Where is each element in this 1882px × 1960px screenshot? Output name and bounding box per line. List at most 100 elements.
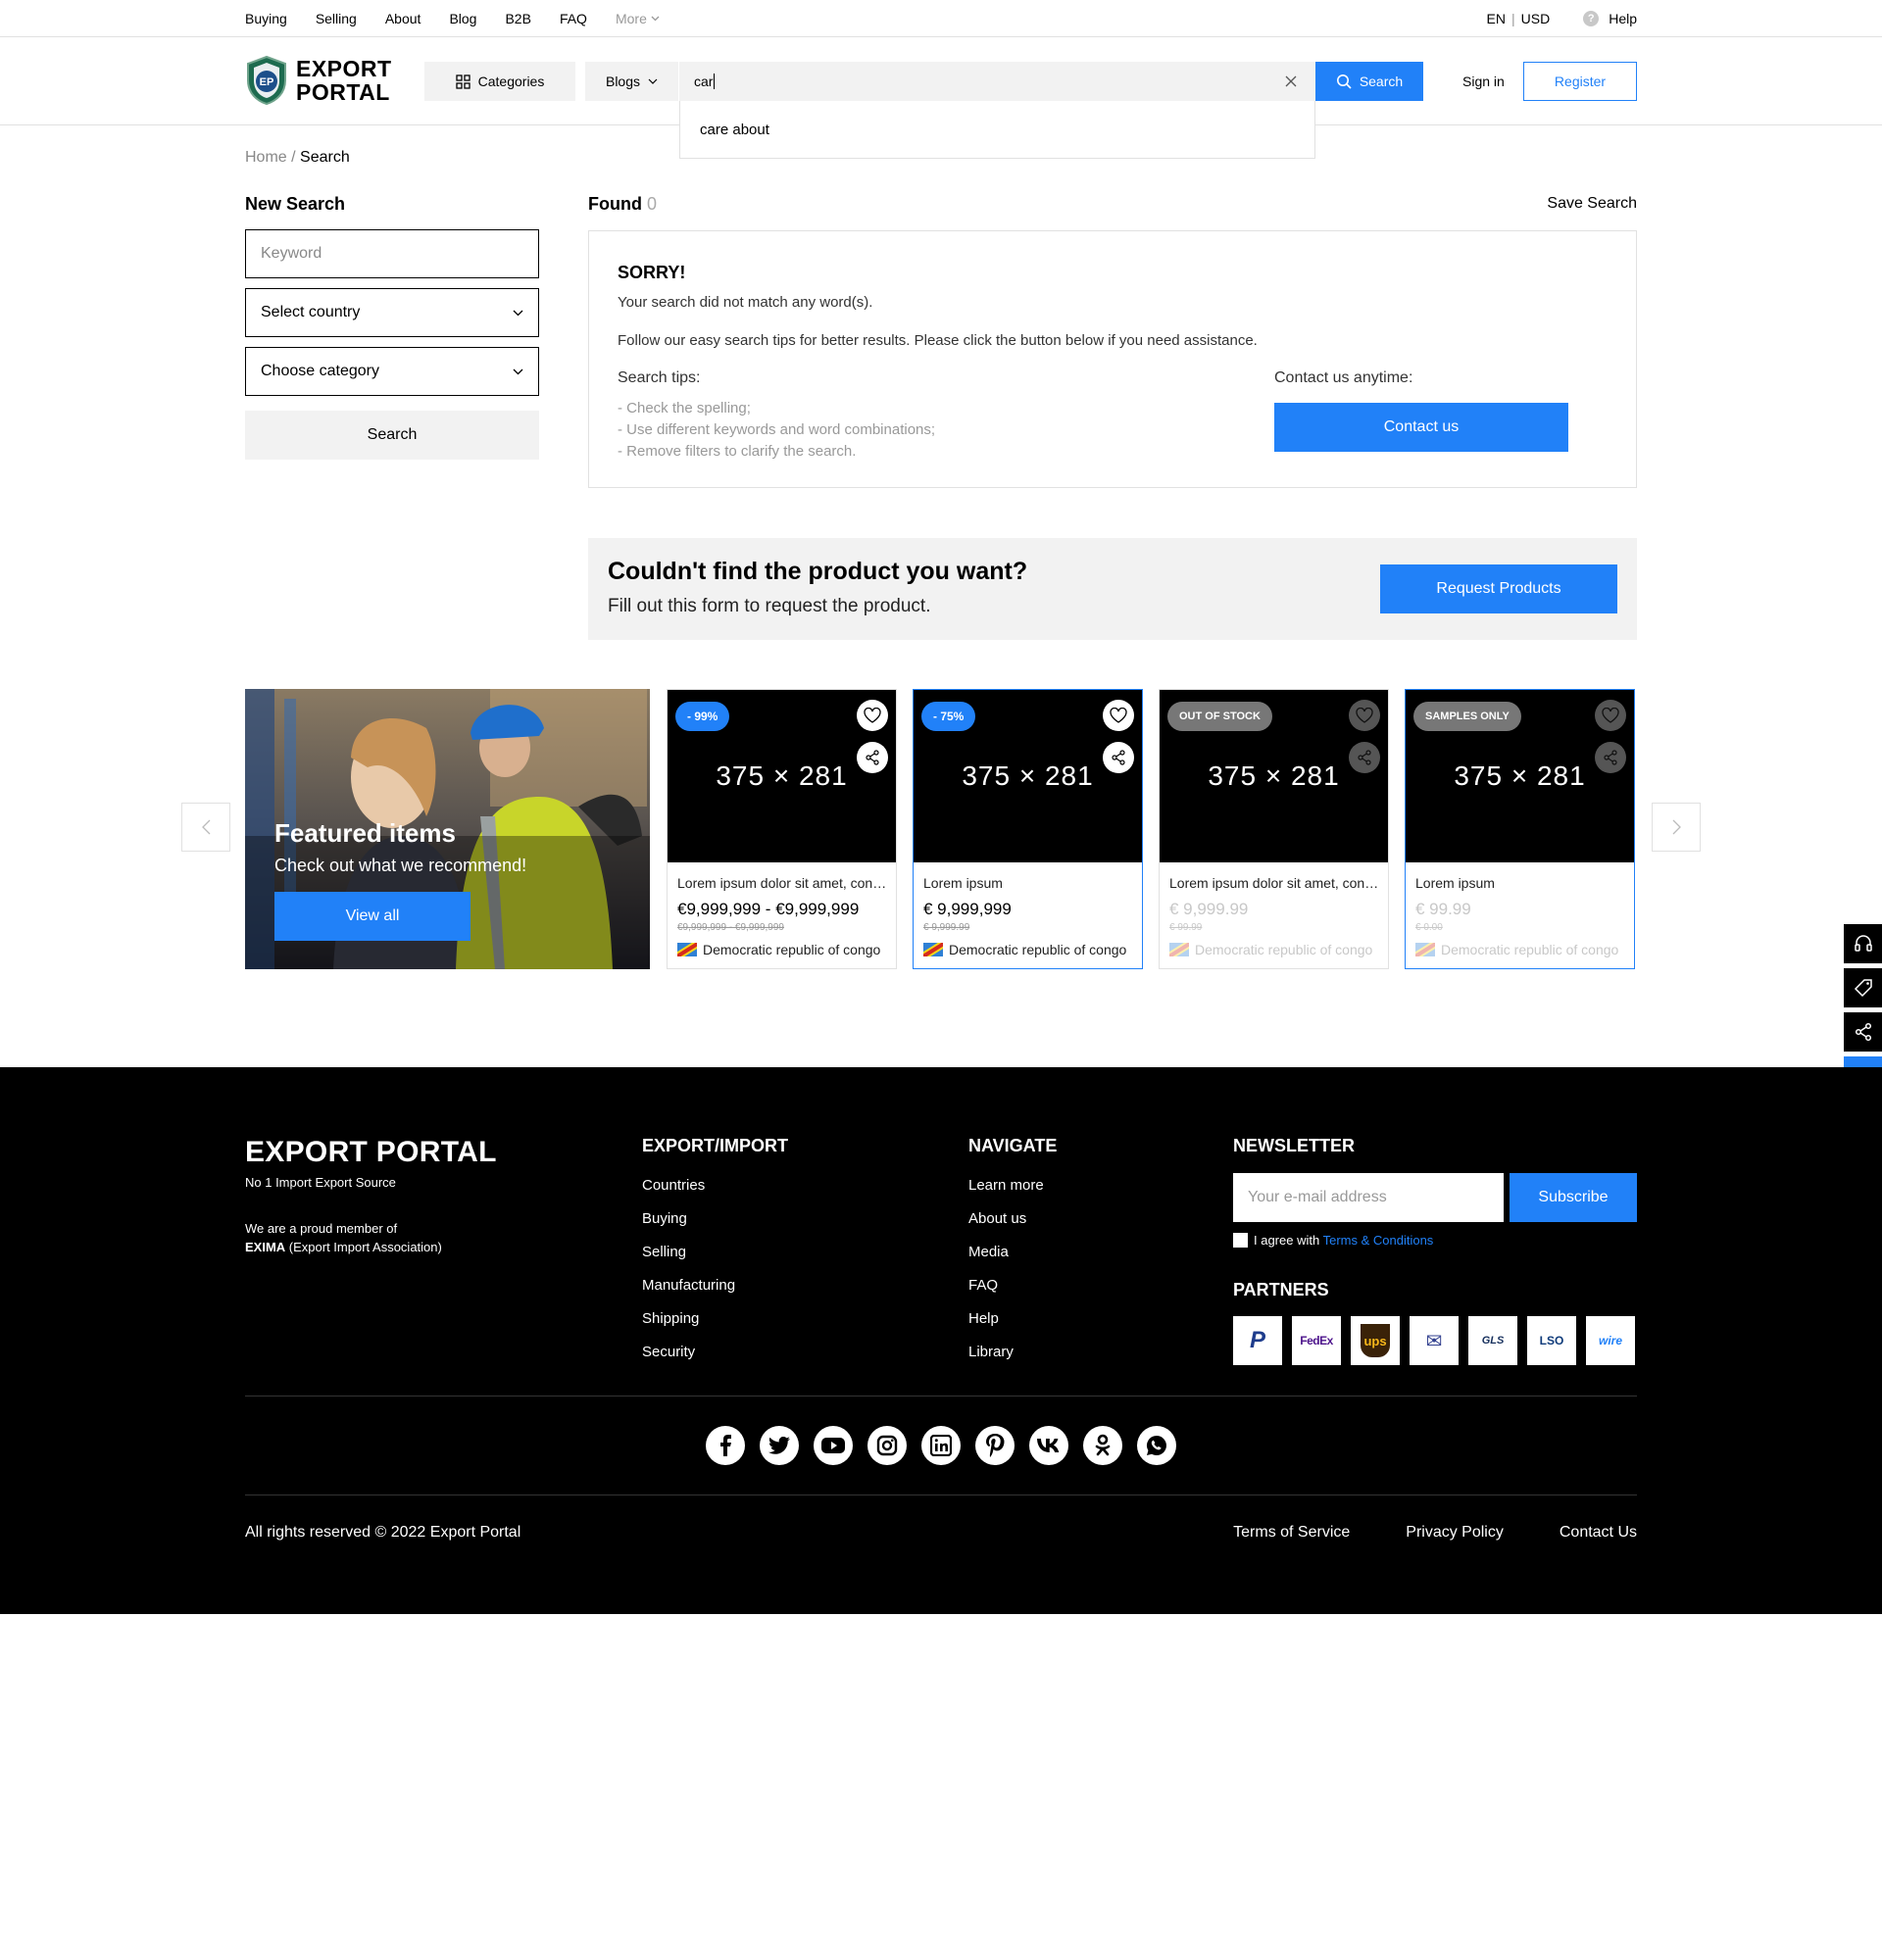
out-of-stock-badge: OUT OF STOCK [1167, 702, 1272, 731]
product-old-price: €9,999,999 - €9,999,999 [677, 922, 784, 933]
top-nav: Buying Selling About Blog B2B FAQ More [245, 0, 688, 36]
facebook-icon[interactable] [706, 1426, 745, 1465]
twitter-icon[interactable] [760, 1426, 799, 1465]
favorite-button[interactable] [1349, 700, 1380, 731]
top-nav-b2b[interactable]: B2B [505, 11, 530, 26]
footer-link-learn-more[interactable]: Learn more [968, 1168, 1057, 1201]
top-nav-blog[interactable]: Blog [449, 11, 476, 26]
pinterest-icon[interactable] [975, 1426, 1015, 1465]
terms-checkbox[interactable] [1233, 1233, 1248, 1248]
footer-link-faq[interactable]: FAQ [968, 1268, 1057, 1301]
carousel-next-button[interactable] [1652, 803, 1701, 852]
share-button[interactable] [1595, 742, 1626, 773]
chevron-down-icon [513, 310, 523, 316]
categories-button[interactable]: Categories [424, 62, 575, 101]
contact-us-button[interactable]: Contact us [1274, 403, 1568, 452]
country-name: Democratic republic of congo [703, 942, 881, 957]
save-search-link[interactable]: Save Search [1547, 195, 1637, 213]
language-selector[interactable]: EN [1487, 11, 1506, 26]
footer-link-media[interactable]: Media [968, 1235, 1057, 1268]
top-nav-faq[interactable]: FAQ [560, 11, 587, 26]
footer-link-help[interactable]: Help [968, 1301, 1057, 1335]
footer-link-about-us[interactable]: About us [968, 1201, 1057, 1235]
product-title[interactable]: Lorem ipsum [923, 875, 1134, 891]
footer-link-library[interactable]: Library [968, 1335, 1057, 1368]
favorite-button[interactable] [1595, 700, 1626, 731]
subscribe-button[interactable]: Subscribe [1510, 1173, 1637, 1222]
privacy-policy-link[interactable]: Privacy Policy [1406, 1524, 1504, 1542]
category-select[interactable]: Choose category [245, 347, 539, 396]
chevron-right-icon [1672, 819, 1681, 835]
footer-link-manufacturing[interactable]: Manufacturing [642, 1268, 788, 1301]
footer-link-security[interactable]: Security [642, 1335, 788, 1368]
view-all-button[interactable]: View all [274, 892, 470, 941]
logo[interactable]: EP EXPORT PORTAL [245, 55, 392, 106]
membership-association: EXIMA (Export Import Association) [245, 1238, 442, 1256]
search-input[interactable]: car [680, 62, 1315, 101]
contact-us-link[interactable]: Contact Us [1560, 1524, 1637, 1542]
product-title[interactable]: Lorem ipsum dolor sit amet, consectetur [1169, 875, 1380, 891]
terms-link[interactable]: Terms & Conditions [1323, 1233, 1434, 1248]
footer-link-countries[interactable]: Countries [642, 1168, 788, 1201]
keyword-input[interactable]: Keyword [245, 229, 539, 278]
odnoklassniki-icon[interactable] [1083, 1426, 1122, 1465]
register-button[interactable]: Register [1523, 62, 1637, 101]
share-button[interactable] [1349, 742, 1380, 773]
search-tip: - Check the spelling; [618, 400, 751, 416]
support-button[interactable] [1844, 924, 1882, 963]
search-button[interactable]: Search [1315, 62, 1423, 101]
help-link[interactable]: Help [1609, 11, 1637, 26]
no-results-title: SORRY! [618, 263, 686, 282]
headset-icon [1854, 935, 1872, 952]
share-button[interactable] [857, 742, 888, 773]
search-type-select[interactable]: Blogs [585, 62, 679, 101]
breadcrumb-home[interactable]: Home [245, 149, 287, 166]
whatsapp-icon[interactable] [1137, 1426, 1176, 1465]
product-title[interactable]: Lorem ipsum dolor sit amet, consectetur [677, 875, 888, 891]
product-card[interactable]: 375 × 281 OUT OF STOCK Lorem ipsum dolor… [1159, 689, 1389, 969]
product-card[interactable]: 375 × 281 - 99% Lorem ipsum dolor sit am… [667, 689, 897, 969]
terms-of-service-link[interactable]: Terms of Service [1233, 1524, 1350, 1542]
favorite-button[interactable] [1103, 700, 1134, 731]
country-select[interactable]: Select country [245, 288, 539, 337]
product-card[interactable]: 375 × 281 SAMPLES ONLY Lorem ipsum € 99.… [1405, 689, 1635, 969]
footer-link-shipping[interactable]: Shipping [642, 1301, 788, 1335]
share-side-button[interactable] [1844, 1012, 1882, 1052]
more-label: More [615, 10, 647, 26]
country-name: Democratic republic of congo [1441, 942, 1619, 957]
linkedin-icon[interactable] [921, 1426, 961, 1465]
ups-shield: ups [1361, 1324, 1390, 1357]
instagram-icon[interactable] [867, 1426, 907, 1465]
footer-navigate: NAVIGATE Learn more About us Media FAQ H… [968, 1136, 1057, 1368]
carousel-prev-button[interactable] [181, 803, 230, 852]
top-nav-selling[interactable]: Selling [316, 11, 357, 26]
logo-line-1: EXPORT [296, 56, 392, 81]
top-nav-about[interactable]: About [385, 11, 421, 26]
search-button-label: Search [1359, 74, 1404, 89]
featured-banner[interactable]: Featured items Check out what we recomme… [245, 689, 650, 969]
tag-button[interactable] [1844, 968, 1882, 1007]
top-nav-buying[interactable]: Buying [245, 11, 287, 26]
product-title[interactable]: Lorem ipsum [1415, 875, 1626, 891]
vk-icon[interactable] [1029, 1426, 1068, 1465]
new-search-title: New Search [245, 194, 346, 214]
footer-column-title: NEWSLETTER [1233, 1136, 1355, 1155]
share-button[interactable] [1103, 742, 1134, 773]
product-card[interactable]: 375 × 281 - 75% Lorem ipsum € 9,999,999 … [913, 689, 1143, 969]
exima-link[interactable]: EXIMA [245, 1240, 285, 1254]
footer-link-buying[interactable]: Buying [642, 1201, 788, 1235]
autocomplete-suggestion[interactable]: car e about [679, 101, 1315, 159]
no-results-box: SORRY! Your search did not match any wor… [588, 230, 1637, 488]
favorite-button[interactable] [857, 700, 888, 731]
top-nav-more[interactable]: More [616, 11, 660, 26]
request-products-button[interactable]: Request Products [1380, 564, 1617, 613]
discount-badge: - 99% [675, 702, 730, 731]
youtube-icon[interactable] [814, 1426, 853, 1465]
footer-link-selling[interactable]: Selling [642, 1235, 788, 1268]
sign-in-link[interactable]: Sign in [1462, 62, 1505, 101]
partners-list: P FedEx ups ✉ GLS LSO wire [1233, 1316, 1635, 1365]
sidebar-search-button[interactable]: Search [245, 411, 539, 460]
newsletter-email-input[interactable]: Your e-mail address [1233, 1173, 1504, 1222]
currency-selector[interactable]: USD [1521, 11, 1551, 26]
close-icon[interactable] [1284, 74, 1298, 88]
